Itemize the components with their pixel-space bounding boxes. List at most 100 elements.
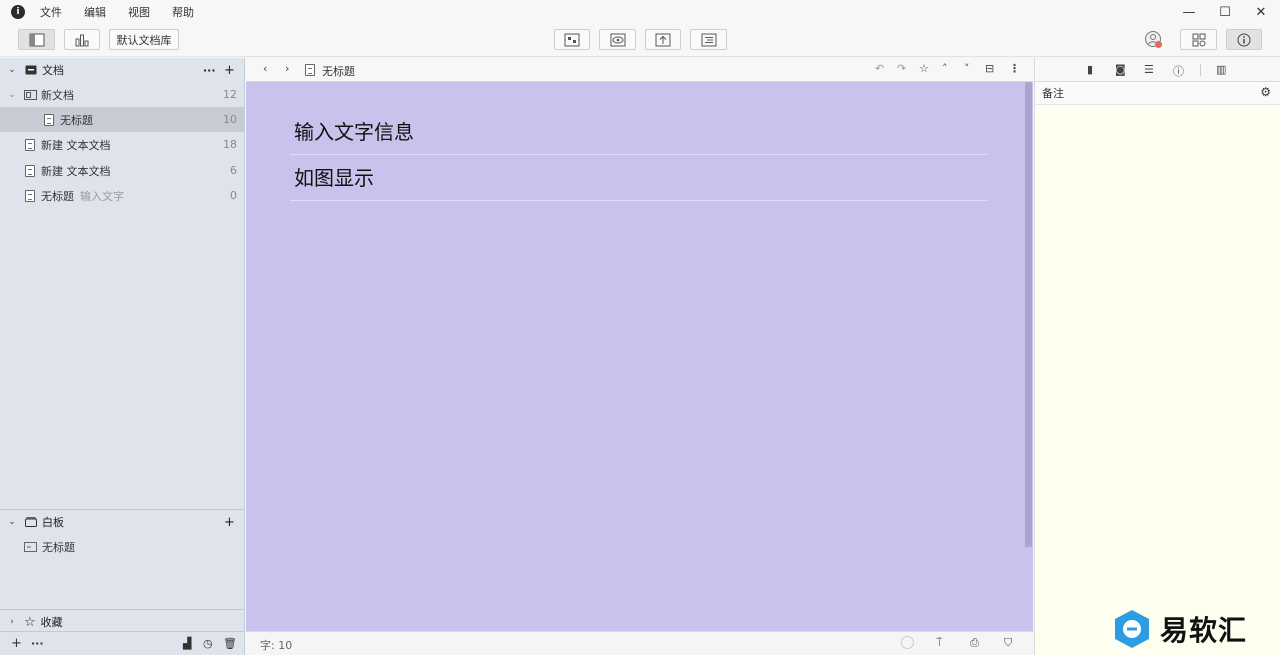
grid-view-button[interactable] [1180, 29, 1217, 50]
outline-button[interactable] [690, 29, 727, 50]
editor-line[interactable]: 输入文字信息 [290, 109, 988, 155]
sidebar-icon [29, 33, 44, 46]
board-doc-icon [24, 541, 37, 552]
watermark-logo-icon [1115, 610, 1149, 648]
editor-line[interactable]: 如图显示 [290, 155, 988, 201]
divider [1200, 64, 1201, 76]
document-icon [25, 164, 35, 177]
redo-icon[interactable]: ↷ [897, 62, 906, 75]
add-doc-icon[interactable]: + [224, 63, 235, 78]
preview-button[interactable] [599, 29, 636, 50]
print-icon[interactable]: ⎙ [970, 636, 979, 650]
chevron-up-icon[interactable]: ˄ [942, 62, 948, 75]
breadcrumb: 无标题 [322, 65, 355, 78]
more-icon[interactable]: ··· [203, 64, 216, 77]
toolbar: 默认文档库 [0, 24, 1280, 57]
shirt-icon[interactable]: ⛉ [1004, 636, 1012, 650]
star-icon[interactable]: ☆ [919, 62, 929, 75]
undo-icon[interactable]: ↶ [875, 62, 884, 75]
tree-item[interactable]: 新建 文本文档 6 [0, 158, 245, 183]
document-icon [25, 189, 35, 202]
board-item-label: 无标题 [42, 540, 75, 554]
back-icon[interactable]: ‹ [263, 62, 267, 75]
add-board-icon[interactable]: + [224, 515, 235, 530]
tree-item-selected[interactable]: 无标题 10 [0, 107, 245, 132]
map-icon[interactable]: ▥ [1216, 63, 1226, 76]
tree-item-hint: 输入文字 [80, 189, 124, 203]
add-icon[interactable]: + [11, 636, 22, 651]
title-bar: i 文件 编辑 视图 帮助 — ☐ ✕ [0, 0, 1280, 24]
sidebar-toggle-button[interactable] [18, 29, 55, 50]
notes-title: 备注 [1042, 87, 1064, 100]
more-icon[interactable]: ··· [31, 637, 44, 650]
account-icon[interactable] [1144, 30, 1164, 50]
chevron-down-icon[interactable]: ˅ [964, 62, 970, 75]
settings-gear-icon[interactable]: ⚙ [1260, 85, 1271, 99]
favorites-section-title: 收藏 [40, 616, 63, 629]
menu-file[interactable]: 文件 [40, 4, 62, 20]
tree-item-label: 新建 文本文档 [41, 138, 111, 152]
outline-icon [701, 33, 716, 46]
document-icon [305, 64, 315, 76]
editor-footer: 字: 10 ⍑ ⎙ ⛉ [246, 631, 1033, 655]
word-count: 字: 10 [260, 639, 293, 652]
chevron-down-icon[interactable]: ⌄ [7, 65, 17, 75]
tree-item-count: 18 [223, 138, 237, 151]
maximize-button[interactable]: ☐ [1208, 0, 1242, 24]
tree-item-label: 无标题 [41, 189, 74, 203]
library-button[interactable]: 默认文档库 [109, 29, 179, 50]
fullscreen-button[interactable] [554, 29, 590, 50]
export-icon [655, 33, 671, 46]
notebook-icon[interactable]: ▮ [1087, 63, 1093, 76]
stats-button[interactable] [64, 29, 100, 50]
grid-icon [1192, 33, 1205, 46]
chevron-right-icon[interactable]: › [7, 617, 17, 627]
more-vertical-icon[interactable]: ⋮ [1009, 62, 1020, 75]
board-item[interactable]: 无标题 [0, 534, 245, 559]
editor-header: ‹ › 无标题 ↶ ↷ ☆ ˄ ˅ ⊟ ⋮ [246, 58, 1033, 82]
tree-item-label: 新文档 [41, 88, 74, 102]
chevron-down-icon[interactable]: ⌄ [7, 90, 17, 100]
camera-icon[interactable]: ◙ [1115, 63, 1126, 76]
right-panel-tabs: ▮ ◙ ☰ ⓘ ▥ [1034, 58, 1280, 82]
info-button[interactable] [1226, 29, 1262, 50]
tree-item-count: 0 [230, 189, 237, 202]
sidebar: ⌄ 文档 ··· + ⌄ 新文档 12 无标题 10 新建 文本文档 18 新建… [0, 58, 245, 655]
archive-icon [25, 65, 37, 75]
star-icon: ☆ [24, 614, 36, 630]
split-view-icon[interactable]: ⊟ [985, 62, 994, 75]
menu-help[interactable]: 帮助 [172, 4, 194, 20]
info-circle-icon[interactable]: ⓘ [1173, 63, 1184, 79]
chevron-down-icon[interactable]: ⌄ [7, 517, 17, 527]
history-icon[interactable]: ◷ [203, 637, 213, 650]
menu-view[interactable]: 视图 [128, 4, 150, 20]
notes-area[interactable] [1034, 105, 1280, 655]
watermark-text: 易软汇 [1160, 614, 1248, 647]
minimize-button[interactable]: — [1172, 0, 1206, 24]
folder-doc-icon [24, 89, 37, 100]
chart-icon[interactable]: ▟ [183, 637, 191, 650]
editor-scrollbar[interactable] [1025, 82, 1032, 547]
tree-item-count: 6 [230, 164, 237, 177]
trash-icon[interactable]: 🗑 [223, 637, 237, 650]
tree-item[interactable]: 新建 文本文档 18 [0, 132, 245, 157]
tree-item-label: 无标题 [60, 113, 93, 127]
tree-item-count: 10 [223, 113, 237, 126]
board-section-header[interactable]: ⌄ 白板 + [0, 510, 245, 534]
stats-icon [75, 34, 89, 46]
tree-item[interactable]: 无标题 输入文字 0 [0, 183, 245, 208]
editor-area[interactable]: 输入文字信息 如图显示 [246, 82, 1033, 631]
watermark: 易软汇 [1112, 605, 1247, 653]
docs-section-header[interactable]: ⌄ 文档 ··· + [0, 58, 245, 82]
paint-roller-icon[interactable]: ⍑ [936, 636, 943, 650]
menu-edit[interactable]: 编辑 [84, 4, 106, 20]
forward-icon[interactable]: › [285, 62, 289, 75]
app-logo-icon: i [11, 5, 25, 19]
close-button[interactable]: ✕ [1244, 0, 1278, 24]
info-icon [1237, 33, 1251, 46]
tree-item-folder[interactable]: ⌄ 新文档 12 [0, 82, 245, 107]
list-icon[interactable]: ☰ [1144, 63, 1154, 76]
export-button[interactable] [645, 29, 681, 50]
circle-icon[interactable] [901, 636, 914, 649]
sidebar-footer: + ··· ▟ ◷ 🗑 [0, 631, 245, 655]
